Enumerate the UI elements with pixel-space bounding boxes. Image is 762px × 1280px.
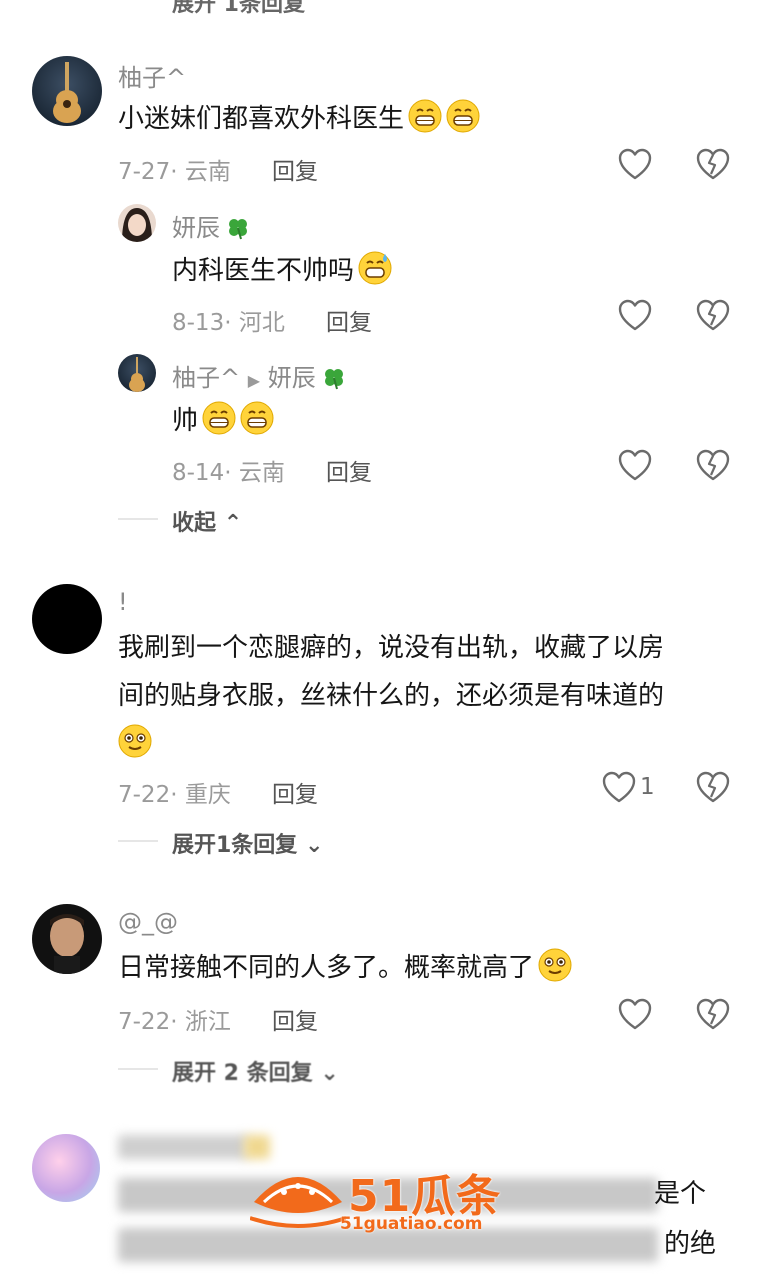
comment-username[interactable]: @_@ [118,908,178,936]
silly-emoji-icon [538,948,572,982]
dislike-broken-heart-icon[interactable] [696,771,730,805]
grin-emoji-icon [240,401,274,435]
reply-meta: 8-13· 河北 [172,310,285,336]
reply-text: 帅 [172,395,274,447]
reply-button[interactable]: 回复 [326,303,372,337]
reply-arrow-icon: ▶ [247,371,261,390]
dislike-broken-heart-icon[interactable] [696,299,730,333]
reply-meta: 8-14· 云南 [172,460,285,486]
avatar[interactable] [32,1134,100,1202]
comment-meta: 7-22· 重庆 [118,782,231,808]
comment-username[interactable]: 柚子^ [118,58,186,93]
reply-button[interactable]: 回复 [272,1002,318,1036]
avatar[interactable] [118,204,156,242]
like-count: 1 [640,774,655,800]
grin-emoji-icon [446,99,480,133]
clover-icon [229,219,247,240]
sweat-grin-emoji-icon [358,251,392,285]
comment-meta: 7-27· 云南 [118,159,231,185]
reply-button[interactable]: 回复 [272,152,318,186]
expand-replies-button[interactable]: 展开 2 条回复 ⌄ [172,1055,339,1087]
comment-text-line: 我刷到一个恋腿癖的，说没有出轨，收藏了以房 [118,633,665,663]
expand-replies-button[interactable]: 展开1条回复 ⌄ [172,827,323,859]
divider [118,518,158,520]
comment-text: 小迷妹们都喜欢外科医生 [118,93,480,145]
like-heart-icon[interactable] [602,771,636,805]
comment-text-line: 间的贴身衣服，丝袜什么的，还必须是有味道的 [118,681,665,711]
reply-to-username[interactable]: 妍辰 [268,364,316,392]
blurred-badge [244,1135,270,1159]
reply-username[interactable]: 妍辰 [172,208,250,243]
like-heart-icon[interactable] [618,299,652,333]
dislike-broken-heart-icon[interactable] [696,998,730,1032]
reply-text: 内科医生不帅吗 [172,245,392,297]
dislike-broken-heart-icon[interactable] [696,449,730,483]
comment-meta: 7-22· 浙江 [118,1009,231,1035]
collapse-replies-button[interactable]: 收起 ⌃ [172,505,242,537]
blurred-username [118,1135,248,1159]
divider [118,840,158,842]
chevron-up-icon: ⌃ [223,511,243,536]
comment-text-fragment: 是个 [654,1179,707,1209]
avatar[interactable] [118,354,156,392]
partial-expand-top[interactable]: 展开 1条回复 [172,0,305,18]
like-heart-icon[interactable] [618,998,652,1032]
watermelon-logo-icon [250,1177,346,1228]
comment-text: 日常接触不同的人多了。概率就高了 [118,942,572,994]
divider [118,1068,158,1070]
reply-username[interactable]: 柚子^ ▶ 妍辰 [172,358,346,393]
like-heart-icon[interactable] [618,148,652,182]
dislike-broken-heart-icon[interactable] [696,148,730,182]
chevron-down-icon: ⌄ [304,833,324,858]
guitar-icon [53,62,81,123]
like-heart-icon[interactable] [618,449,652,483]
watermark: 51瓜条 51guatiao.com [250,1160,515,1240]
grin-emoji-icon [408,99,442,133]
comment-text-fragment: 的绝 [664,1229,717,1259]
comment-username[interactable]: ! [118,588,128,616]
clover-icon [324,369,343,390]
comment-emoji-line [118,718,152,770]
avatar[interactable] [32,584,102,654]
reply-button[interactable]: 回复 [272,775,318,809]
silly-emoji-icon [118,724,152,758]
grin-emoji-icon [202,401,236,435]
chevron-down-icon: ⌄ [320,1061,339,1086]
guitar-icon [129,357,145,392]
reply-button[interactable]: 回复 [326,453,372,487]
avatar[interactable] [32,56,102,126]
avatar[interactable] [32,904,102,974]
watermark-url: 51guatiao.com [340,1214,483,1234]
